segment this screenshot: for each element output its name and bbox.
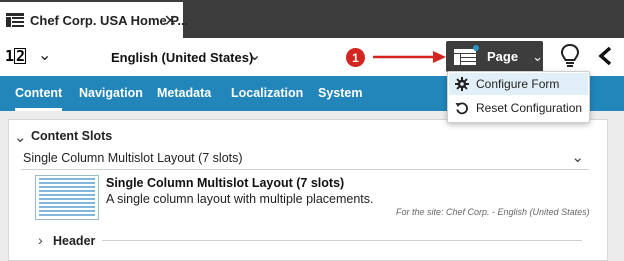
page-chevron-down-icon: ⌄: [532, 48, 543, 64]
slot-counter[interactable]: 12: [5, 47, 27, 65]
lightbulb-icon[interactable]: [561, 44, 579, 68]
site-note: For the site: Chef Corp. - English (Unit…: [396, 207, 590, 217]
tab-content[interactable]: Content: [15, 76, 63, 111]
selected-layout-description: A single column layout with multiple pla…: [106, 192, 374, 206]
layout-icon: [6, 13, 24, 27]
tab-metadata[interactable]: Metadata: [157, 76, 211, 111]
tab-bar: Chef Corp. USA Home P... ✕: [0, 0, 624, 38]
page-button-label: Page: [487, 49, 519, 64]
tab-system[interactable]: System: [318, 76, 362, 111]
gear-icon: [455, 77, 469, 91]
menu-item-reset-configuration[interactable]: Reset Configuration: [449, 97, 588, 119]
menu-item-label: Reset Configuration: [476, 101, 583, 115]
layout-select[interactable]: Single Column Multislot Layout (7 slots)…: [21, 149, 589, 170]
layout-select-value: Single Column Multislot Layout (7 slots): [23, 151, 243, 165]
close-icon[interactable]: ✕: [164, 11, 177, 31]
tab-localization[interactable]: Localization: [231, 76, 303, 111]
header-slot-label[interactable]: Header: [53, 234, 95, 248]
selected-layout-title: Single Column Multislot Layout (7 slots): [106, 176, 345, 190]
reset-icon: [455, 101, 469, 115]
counter-first: 1: [5, 47, 14, 65]
collapse-back-icon[interactable]: [598, 46, 612, 66]
callout-arrow-icon: [373, 51, 446, 63]
counter-second: 2: [14, 47, 27, 65]
tab-navigation[interactable]: Navigation: [79, 76, 143, 111]
section-chevron-down-icon[interactable]: ⌄: [14, 128, 27, 146]
layout-thumbnail: [35, 175, 99, 220]
chevron-down-icon[interactable]: ⌄: [38, 45, 51, 65]
language-select[interactable]: English (United States): [111, 50, 253, 65]
notification-dot: [473, 44, 479, 51]
document-tab[interactable]: Chef Corp. USA Home P... ✕: [0, 2, 188, 38]
callout-badge: 1: [346, 48, 365, 67]
header-divider: [102, 240, 582, 241]
page-layout-icon: [454, 44, 479, 65]
menu-item-configure-form[interactable]: Configure Form: [449, 73, 588, 95]
page-dropdown-menu: Configure Form Reset Configuration: [447, 71, 590, 123]
page-menu-button[interactable]: Page ⌄: [446, 41, 543, 72]
layout-chevron-down-icon: ⌄: [571, 149, 584, 166]
header-chevron-right-icon[interactable]: ›: [38, 232, 43, 248]
menu-item-label: Configure Form: [476, 77, 560, 91]
language-chevron-down-icon[interactable]: ⌄: [248, 45, 261, 65]
section-title[interactable]: Content Slots: [31, 129, 112, 143]
